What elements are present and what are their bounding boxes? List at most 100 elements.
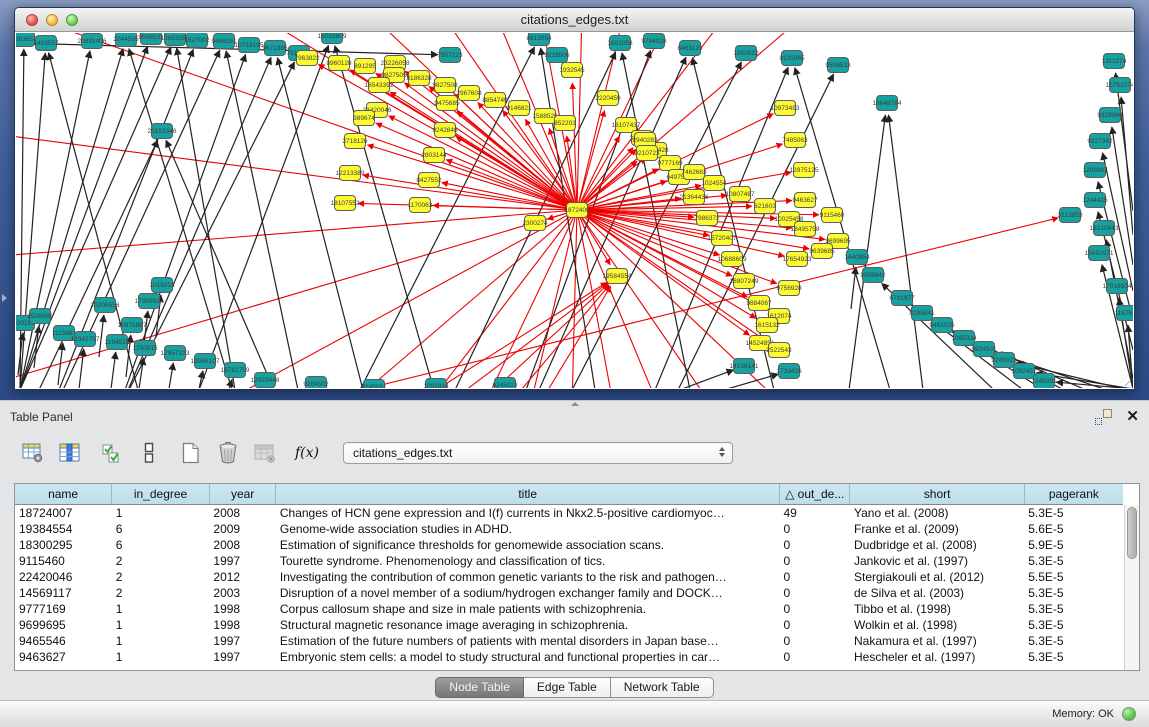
- delete-table-button[interactable]: [250, 438, 280, 468]
- network-node[interactable]: 1164519: [105, 335, 130, 350]
- network-node[interactable]: 8186328: [406, 71, 432, 86]
- table-row[interactable]: 2242004622012Investigating the contribut…: [15, 569, 1123, 585]
- panel-splitter[interactable]: [0, 401, 1149, 407]
- network-node[interactable]: 15692971: [1085, 246, 1114, 261]
- network-node[interactable]: 19584554: [603, 269, 632, 284]
- network-node[interactable]: 7857223: [437, 48, 463, 63]
- minimize-window-button[interactable]: [46, 14, 58, 26]
- network-node[interactable]: 2300274: [522, 216, 548, 231]
- network-node[interactable]: 10807487: [726, 187, 755, 202]
- network-node[interactable]: 7963822: [294, 51, 320, 66]
- network-node[interactable]: 2044595: [113, 33, 139, 47]
- network-node[interactable]: 8854749: [482, 93, 508, 108]
- network-node[interactable]: 16782759: [221, 363, 250, 378]
- network-node[interactable]: 15720407: [708, 231, 737, 246]
- network-node[interactable]: 16543392: [365, 78, 394, 93]
- network-node[interactable]: 9777169: [657, 156, 683, 171]
- table-row[interactable]: 946362711997Embryonic stem cells: a mode…: [15, 649, 1123, 665]
- zoom-window-button[interactable]: [66, 14, 78, 26]
- network-node[interactable]: 8960128: [326, 56, 352, 71]
- network-node[interactable]: 9756928: [776, 281, 802, 296]
- network-node[interactable]: 2526065: [27, 309, 53, 324]
- network-node[interactable]: 1691058: [607, 36, 633, 51]
- network-node[interactable]: 9284502: [303, 377, 329, 389]
- column-header[interactable]: title: [276, 484, 780, 504]
- network-node[interactable]: 8135065: [779, 51, 805, 66]
- network-node[interactable]: 9475685: [434, 96, 460, 111]
- table-row[interactable]: 1872400712008Changes of HCN gene express…: [15, 504, 1123, 521]
- network-node[interactable]: 9115460: [820, 208, 845, 223]
- network-node[interactable]: 9508513: [825, 58, 851, 73]
- network-node[interactable]: 18495758: [791, 222, 820, 237]
- tab-node-table[interactable]: Node Table: [435, 677, 524, 698]
- close-panel-icon[interactable]: ✕: [1126, 409, 1139, 425]
- network-node[interactable]: 9794028: [641, 34, 667, 49]
- close-window-button[interactable]: [26, 14, 38, 26]
- network-node[interactable]: 9218506: [544, 48, 570, 63]
- network-node[interactable]: 1244415: [1082, 193, 1108, 208]
- network-node[interactable]: 9461025: [929, 318, 955, 333]
- table-row[interactable]: 1830029562008Estimation of significance …: [15, 537, 1123, 553]
- network-node[interactable]: 16648784: [873, 96, 902, 111]
- network-node[interactable]: 10688609: [718, 252, 747, 267]
- network-node[interactable]: 17654923: [783, 252, 812, 267]
- panel-expand-arrow[interactable]: [2, 294, 7, 302]
- network-node[interactable]: 2967608: [456, 86, 482, 101]
- network-node[interactable]: 16033809: [318, 33, 347, 44]
- network-node[interactable]: 12975125: [790, 163, 819, 178]
- tab-network-table[interactable]: Network Table: [611, 677, 714, 698]
- network-node[interactable]: 1095334: [951, 331, 977, 346]
- network-node[interactable]: 9329966: [1097, 108, 1123, 123]
- network-node[interactable]: 9245023: [492, 378, 518, 389]
- tab-edge-table[interactable]: Edge Table: [524, 677, 611, 698]
- network-node[interactable]: 2718126: [342, 134, 368, 149]
- network-node[interactable]: 1250515: [132, 341, 158, 356]
- float-panel-icon[interactable]: [1095, 409, 1112, 425]
- network-node[interactable]: 989674: [353, 111, 375, 126]
- table-row[interactable]: 911546021997Tourette syndrome. Phenomeno…: [15, 553, 1123, 569]
- network-node[interactable]: 1527002: [184, 33, 210, 48]
- network-node[interactable]: 18807249: [730, 274, 759, 289]
- network-node[interactable]: 891295: [354, 59, 376, 74]
- table-vertical-scrollbar[interactable]: [1124, 505, 1139, 670]
- table-row[interactable]: 1456911722003Disruption of a novel membe…: [15, 585, 1123, 601]
- network-node[interactable]: 1024554: [701, 176, 727, 191]
- network-node[interactable]: 852203: [554, 116, 576, 131]
- network-node[interactable]: 18107552: [331, 196, 360, 211]
- column-header[interactable]: name: [15, 484, 112, 504]
- table-row[interactable]: 977716911998Corpus callosum shape and si…: [15, 601, 1123, 617]
- network-node[interactable]: 1311274: [1102, 54, 1127, 69]
- network-node[interactable]: 20891406: [78, 34, 107, 49]
- memory-status-indicator[interactable]: [1122, 707, 1136, 721]
- column-header[interactable]: in_degree: [112, 484, 210, 504]
- network-node[interactable]: 16210643: [1090, 221, 1119, 236]
- network-node[interactable]: 1092834: [423, 379, 449, 389]
- network-node[interactable]: 8427552: [416, 173, 442, 188]
- network-node[interactable]: 9639685: [809, 244, 835, 259]
- network-node[interactable]: 15751074: [1106, 78, 1133, 93]
- create-table-button[interactable]: [176, 438, 206, 468]
- network-node[interactable]: 9924501: [971, 342, 997, 357]
- network-node[interactable]: 8295841: [909, 306, 935, 321]
- network-node[interactable]: 9245023: [991, 353, 1017, 368]
- network-node[interactable]: 7986372: [694, 211, 720, 226]
- network-node[interactable]: 1640954: [844, 250, 870, 265]
- network-node[interactable]: 7462663: [681, 165, 707, 180]
- column-header[interactable]: △ out_de...: [779, 484, 850, 504]
- function-builder-button[interactable]: f(x): [292, 438, 322, 468]
- network-node[interactable]: 2803144: [421, 148, 447, 163]
- network-node[interactable]: 9884067: [746, 296, 772, 311]
- network-node[interactable]: 1245091: [1031, 374, 1057, 389]
- show-column-button[interactable]: [55, 438, 85, 468]
- network-node[interactable]: 17957223: [161, 346, 190, 361]
- network-node[interactable]: 9210723: [634, 146, 660, 161]
- network-node[interactable]: 1403557: [33, 36, 59, 51]
- network-node[interactable]: 21364436: [680, 190, 709, 205]
- network-node[interactable]: 20153346: [148, 124, 177, 139]
- table-selector-dropdown[interactable]: citations_edges.txt: [343, 442, 733, 464]
- network-node[interactable]: 8813054: [526, 33, 552, 46]
- network-node[interactable]: 8463123: [677, 41, 703, 56]
- network-node[interactable]: 9958842: [860, 268, 886, 283]
- network-node[interactable]: 20206556: [91, 298, 120, 313]
- network-node[interactable]: 9466161: [211, 34, 237, 49]
